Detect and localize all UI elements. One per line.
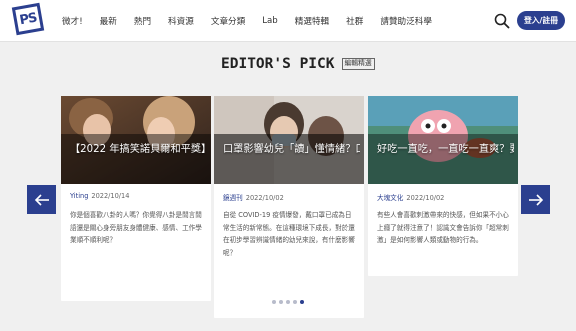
article-title[interactable]: 好吃一直吃，一直吃一直爽？要小心「超常刺激」成癮——《超常	[377, 141, 514, 159]
menu-item-lab[interactable]: Lab	[262, 16, 278, 26]
menu-item-categories[interactable]: 文章分類	[211, 15, 245, 27]
logo-text: PS	[18, 10, 38, 28]
carousel-dot[interactable]	[272, 300, 276, 304]
article-meta: 大塊文化 2022/10/02	[377, 192, 444, 202]
article-excerpt: 自從 COVID-19 疫情爆發，戴口罩已成為日常生活的新常態。在這種環境下成長…	[223, 211, 355, 257]
article-card[interactable]: 口罩影響幼兒「讀」懂情緒？口罩新生代：幼兒情緒 3 大關鍵 鏡週刊2022/10…	[214, 96, 364, 318]
section-heading: EDITOR'S PICK 編輯精選	[221, 56, 375, 72]
carousel-dot[interactable]	[293, 300, 297, 304]
search-icon[interactable]	[494, 13, 510, 29]
article-thumbnail[interactable]	[368, 96, 518, 184]
article-author[interactable]: 鏡週刊	[223, 194, 243, 202]
carousel-dot[interactable]	[286, 300, 290, 304]
carousel-prev-button[interactable]	[27, 185, 56, 214]
menu-item-resources[interactable]: 科資源	[168, 15, 194, 27]
carousel-dot[interactable]	[279, 300, 283, 304]
article-thumbnail[interactable]	[214, 96, 364, 184]
article-excerpt: 有些人會喜歡刺激帶來的快感，但如果不小心上癮了就得注意了！認識文會告訴你「超常刺…	[377, 211, 509, 244]
carousel-dots	[272, 300, 304, 304]
article-meta: Yiting 2022/10/14	[70, 192, 129, 200]
article-excerpt: 你是個喜歡八卦的人嗎？你覺得八卦是閒言閒語還是關心身旁朋友身體健康、感情、工作學…	[70, 211, 202, 244]
menu-item-features[interactable]: 精選特輯	[295, 15, 329, 27]
arrow-left-icon	[34, 193, 49, 206]
top-navbar: PS 微才! 最新 熱門 科資源 文章分類 Lab 精選特輯 社群 請贊助泛科學…	[0, 0, 576, 42]
menu-item-sponsor[interactable]: 請贊助泛科學	[380, 15, 432, 27]
article-thumbnail[interactable]	[61, 96, 211, 184]
article-date: 2022/10/14	[91, 192, 130, 200]
login-button[interactable]: 登入/註冊	[517, 11, 565, 30]
article-card[interactable]: 【2022 年搞笑諾貝爾和平獎】用八卦守護世界和平！先等等 Yiting2022…	[61, 96, 211, 301]
article-title[interactable]: 【2022 年搞笑諾貝爾和平獎】用八卦守護世界和平！先等等	[70, 141, 207, 159]
article-author[interactable]: 大塊文化	[377, 194, 403, 202]
menu-item-latest[interactable]: 最新	[100, 15, 117, 27]
article-date: 2022/10/02	[245, 194, 284, 202]
carousel-next-button[interactable]	[521, 185, 550, 214]
menu-item-hot[interactable]: 熱門	[134, 15, 151, 27]
thumbnail-image	[214, 96, 364, 184]
article-title[interactable]: 口罩影響幼兒「讀」懂情緒？口罩新生代：幼兒情緒 3 大關鍵	[223, 141, 360, 159]
site-logo[interactable]: PS	[11, 2, 45, 36]
arrow-right-icon	[528, 193, 543, 206]
article-author[interactable]: Yiting	[70, 192, 88, 200]
article-meta: 鏡週刊 2022/10/02	[223, 192, 284, 202]
menu-item-community[interactable]: 社群	[346, 15, 363, 27]
main-menu: 微才! 最新 熱門 科資源 文章分類 Lab 精選特輯 社群 請贊助泛科學	[62, 0, 449, 42]
article-card[interactable]: 好吃一直吃，一直吃一直爽？要小心「超常刺激」成癮——《超常 大塊文化2022/1…	[368, 96, 518, 276]
thumbnail-image	[61, 96, 211, 184]
section-tag: 編輯精選	[341, 58, 375, 70]
menu-item-weicai[interactable]: 微才!	[62, 15, 83, 27]
section-title: EDITOR'S PICK	[221, 56, 335, 72]
thumbnail-image	[368, 96, 518, 184]
carousel-dot[interactable]	[300, 300, 304, 304]
article-date: 2022/10/02	[406, 194, 445, 202]
